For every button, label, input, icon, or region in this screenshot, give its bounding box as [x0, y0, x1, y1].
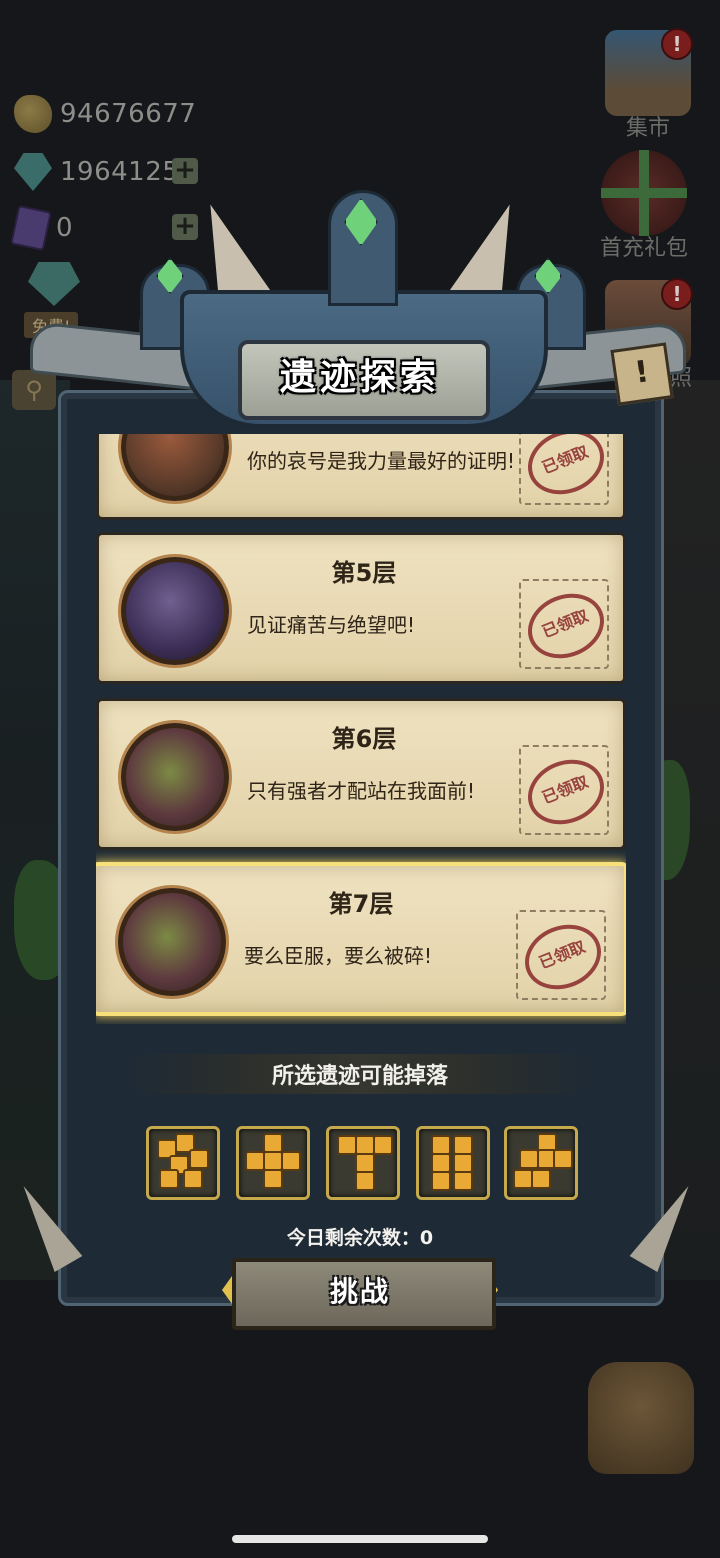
drops-title: 所选遗迹可能掉落 [271, 1064, 448, 1089]
diamond-currency: 19641252 [14, 150, 196, 194]
reward-claimed-slot: 已领取 [515, 910, 611, 1001]
floor-card[interactable]: 第6层 只有强者才配站在我面前! 已领取 [96, 698, 626, 850]
search-icon: ⚲ [25, 376, 43, 404]
alert-badge: ! [661, 278, 693, 310]
gold-currency: 94676677 [14, 92, 196, 136]
floor-name: 第6层 [331, 725, 397, 753]
claimed-stamp: 已领取 [518, 582, 614, 670]
boss-portrait [121, 434, 229, 501]
floor-card[interactable]: 你的哀号是我力量最好的证明! 已领取 [96, 434, 626, 520]
floor-name: 第7层 [328, 890, 394, 918]
challenge-button[interactable]: 挑战 [232, 1262, 488, 1322]
floor-card-selected[interactable]: 第7层 要么臣服，要么被碎! 已领取 [96, 862, 626, 1016]
home-indicator[interactable] [232, 1535, 488, 1543]
drop-item[interactable] [416, 1126, 490, 1200]
boss-portrait [121, 723, 229, 831]
floor-card[interactable]: 第5层 见证痛苦与绝望吧! 已领取 [96, 532, 626, 684]
boss-portrait [118, 888, 226, 996]
drop-item[interactable] [146, 1126, 220, 1200]
drop-item[interactable] [504, 1126, 578, 1200]
alert-badge: ! [661, 28, 693, 60]
panel-title: 遗迹探索 [279, 357, 440, 398]
claimed-stamp: 已领取 [518, 434, 614, 506]
floor-quote: 只有强者才配站在我面前! [247, 779, 476, 803]
add-diamond-button[interactable]: + [172, 157, 198, 184]
market-icon: ! [605, 28, 693, 116]
search-button[interactable]: ⚲ [12, 370, 56, 410]
card-currency: 0 [10, 204, 74, 252]
exclamation-icon: ! [632, 354, 652, 391]
claimed-stamp: 已领取 [515, 913, 611, 1001]
gift-box-icon [601, 150, 687, 236]
reward-claimed-slot: 已领取 [518, 434, 614, 506]
market-button[interactable]: ! 集市 [598, 28, 698, 142]
drop-item[interactable] [326, 1126, 400, 1200]
floor-list[interactable]: 你的哀号是我力量最好的证明! 已领取 第5层 见证痛苦与绝望吧! 已领取 第6层… [96, 434, 626, 1024]
free-gift-button[interactable]: 免费! [22, 262, 86, 338]
drop-item[interactable] [236, 1126, 310, 1200]
floor-quote: 你的哀号是我力量最好的证明! [247, 449, 516, 473]
reward-claimed-slot: 已领取 [518, 745, 614, 836]
reward-claimed-slot: 已领取 [518, 579, 614, 670]
card-value: 0 [56, 213, 74, 243]
card-icon [10, 204, 52, 252]
gold-icon [14, 95, 52, 133]
first-recharge-gift-button[interactable]: 首充礼包 [594, 150, 694, 262]
remaining-attempts: 今日剩余次数：0 [286, 1227, 434, 1249]
gem-pile-icon [28, 262, 80, 306]
boss-portrait [121, 557, 229, 665]
help-button[interactable]: ! [610, 342, 674, 406]
floor-quote: 见证痛苦与绝望吧! [247, 613, 416, 637]
claimed-stamp: 已领取 [518, 748, 614, 836]
backpack-icon[interactable] [588, 1362, 694, 1474]
floor-name: 第5层 [331, 559, 397, 587]
diamond-icon [14, 153, 52, 191]
gold-value: 94676677 [60, 99, 197, 129]
floor-quote: 要么臣服，要么被碎! [244, 944, 433, 968]
